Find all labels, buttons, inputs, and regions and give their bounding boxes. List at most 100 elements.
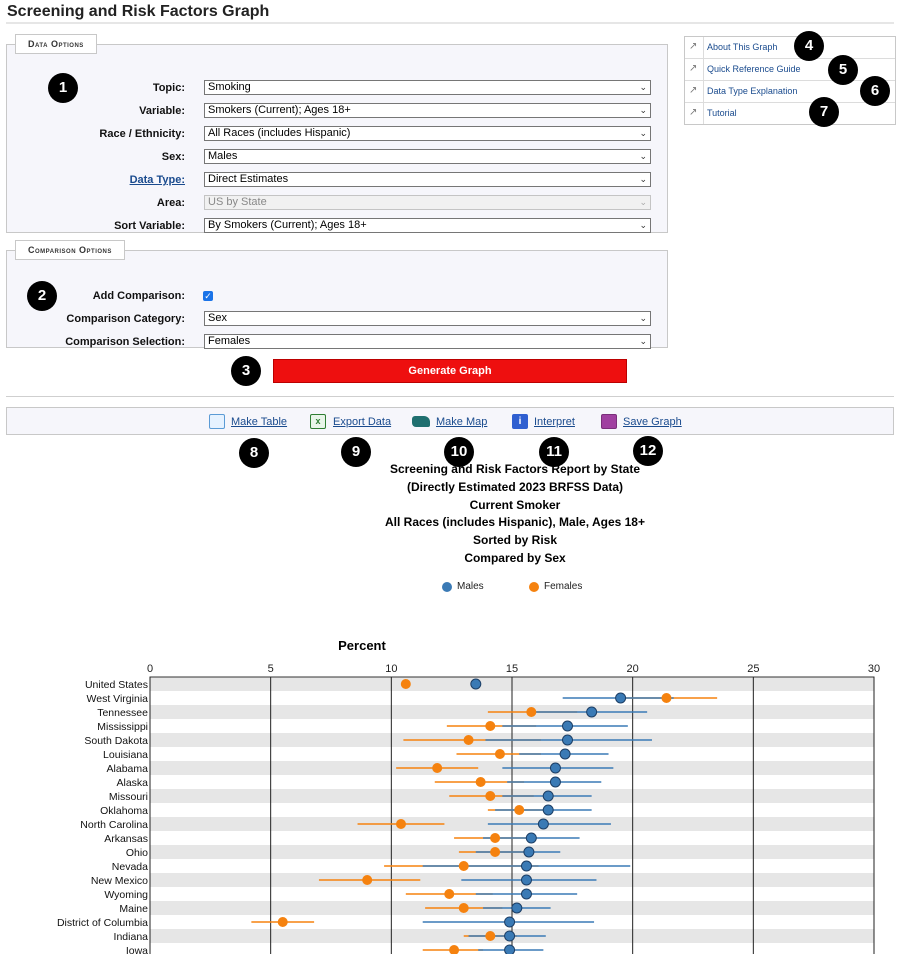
us-map-icon	[412, 416, 430, 427]
generate-graph-button[interactable]: Generate Graph	[273, 359, 627, 383]
make-table-button[interactable]: Make Table	[209, 414, 287, 429]
females-point	[485, 721, 496, 731]
x-axis-title: Percent	[338, 638, 386, 653]
callout-badge-8: 8	[239, 438, 269, 468]
females-point	[514, 805, 525, 815]
callout-badge-2: 2	[27, 281, 57, 311]
females-point	[458, 861, 469, 871]
category-label: Alabama	[107, 763, 149, 775]
legend-males: Males	[442, 581, 484, 593]
females-point	[661, 693, 672, 703]
x-tick-label: 5	[268, 663, 274, 675]
race-select[interactable]: All Races (includes Hispanic) ⌄	[204, 126, 651, 141]
males-point	[549, 776, 561, 788]
save-graph-button[interactable]: Save Graph	[601, 414, 682, 429]
males-point	[562, 720, 574, 732]
area-row: Area: US by State ⌄	[7, 195, 669, 211]
males-point	[504, 916, 516, 928]
topic-row: Topic: Smoking ⌄	[7, 80, 669, 96]
info-icon: i	[512, 414, 528, 429]
comparison-options-panel: Comparison Options Add Comparison: ✓ Com…	[6, 240, 669, 349]
males-legend-dot	[442, 582, 452, 592]
chevron-down-icon: ⌄	[639, 82, 647, 92]
females-point	[490, 833, 501, 843]
males-point	[549, 762, 561, 774]
section-divider	[6, 396, 894, 397]
report-title-line: Sorted by Risk	[472, 533, 558, 548]
females-point	[485, 931, 496, 941]
category-label: Alaska	[116, 777, 148, 789]
category-label: Nevada	[112, 861, 148, 873]
data-options-legend: Data Options	[15, 34, 97, 54]
comparison-selection-label: Comparison Selection:	[65, 336, 185, 348]
data-type-link[interactable]: Data Type:	[7, 172, 185, 188]
category-label: Iowa	[126, 945, 148, 954]
chevron-down-icon: ⌄	[639, 313, 647, 323]
legend-females: Females	[529, 581, 582, 593]
chevron-down-icon: ⌄	[639, 197, 647, 207]
x-tick-label: 30	[868, 663, 880, 675]
x-tick-label: 0	[147, 663, 153, 675]
males-point	[615, 692, 627, 704]
divider	[703, 103, 704, 124]
chevron-down-icon: ⌄	[639, 105, 647, 115]
variable-select[interactable]: Smokers (Current); Ages 18+ ⌄	[204, 103, 651, 118]
females-point	[449, 945, 460, 954]
tutorial-link[interactable]: ↗ Tutorial	[685, 103, 895, 124]
callout-badge-7: 7	[809, 97, 839, 127]
page-title: Screening and Risk Factors Graph	[7, 3, 270, 20]
x-tick-label: 25	[747, 663, 759, 675]
males-point	[542, 790, 554, 802]
comparison-category-select[interactable]: Sex ⌄	[204, 311, 651, 326]
females-point	[432, 763, 443, 773]
callout-badge-5: 5	[828, 55, 858, 85]
interpret-button[interactable]: i Interpret	[512, 414, 575, 429]
males-point	[559, 748, 571, 760]
sex-label: Sex:	[161, 151, 185, 163]
males-point	[504, 944, 516, 954]
category-label: North Carolina	[80, 819, 148, 831]
females-point	[400, 679, 411, 689]
dot-plot-chart: 0 5 10 15 20 25 30 Percent United States West Vir…	[57, 638, 880, 954]
males-point	[504, 930, 516, 942]
males-point	[542, 804, 554, 816]
comparison-selection-select[interactable]: Females ⌄	[204, 334, 651, 349]
females-point	[458, 903, 469, 913]
females-legend-dot	[529, 582, 539, 592]
category-label: Maine	[119, 903, 148, 915]
category-label: United States	[85, 679, 148, 691]
callout-badge-3: 3	[231, 356, 261, 386]
chevron-down-icon: ⌄	[639, 336, 647, 346]
category-label: Louisiana	[103, 749, 148, 761]
females-point	[494, 749, 505, 759]
females-point	[526, 707, 537, 717]
chevron-down-icon: ⌄	[639, 220, 647, 230]
export-data-button[interactable]: x Export Data	[310, 414, 391, 429]
divider	[703, 37, 704, 58]
sort-variable-select[interactable]: By Smokers (Current); Ages 18+ ⌄	[204, 218, 651, 233]
chevron-down-icon: ⌄	[639, 128, 647, 138]
males-point	[470, 678, 482, 690]
make-map-button[interactable]: Make Map	[412, 415, 487, 429]
category-label: South Dakota	[84, 735, 148, 747]
category-label: Mississippi	[97, 721, 148, 733]
data-options-panel: Data Options Topic: Smoking ⌄ Variable: S…	[6, 34, 668, 233]
category-label: Ohio	[126, 847, 148, 859]
title-divider	[6, 22, 894, 24]
males-point	[537, 818, 549, 830]
category-label: Missouri	[109, 791, 148, 803]
divider	[703, 59, 704, 80]
area-label: Area:	[156, 197, 185, 209]
females-point	[485, 791, 496, 801]
add-comparison-checkbox[interactable]: ✓	[203, 291, 213, 301]
table-icon	[209, 414, 225, 429]
sex-select[interactable]: Males ⌄	[204, 149, 651, 164]
about-graph-link[interactable]: ↗ About This Graph	[685, 37, 895, 59]
variable-label: Variable:	[139, 105, 185, 117]
quick-reference-link[interactable]: ↗ Quick Reference Guide	[685, 59, 895, 81]
divider	[703, 81, 704, 102]
data-type-select[interactable]: Direct Estimates ⌄	[204, 172, 651, 187]
males-point	[523, 846, 535, 858]
comparison-category-row: Comparison Category: Sex ⌄	[7, 311, 669, 327]
topic-select[interactable]: Smoking ⌄	[204, 80, 651, 95]
